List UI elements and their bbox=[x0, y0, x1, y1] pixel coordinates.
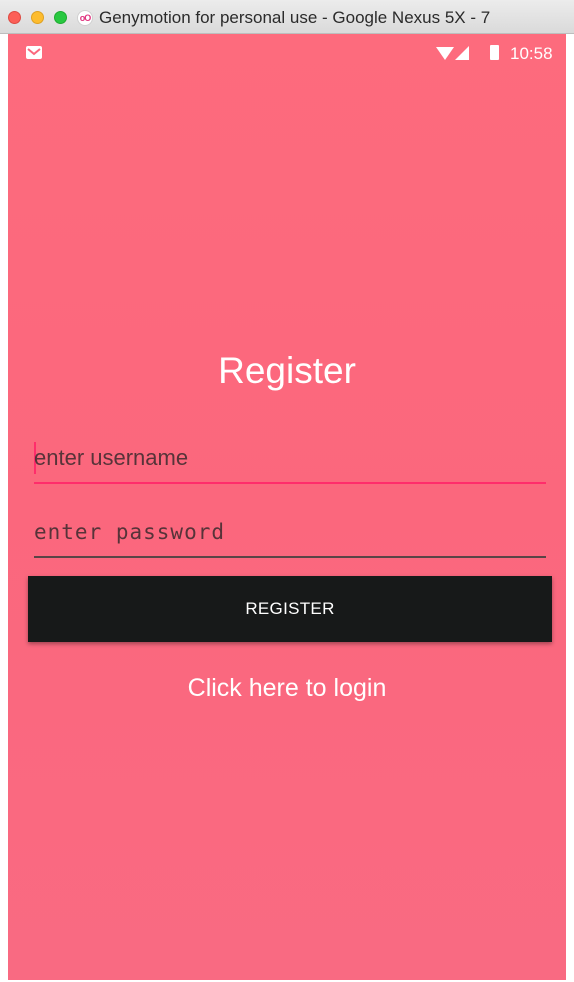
android-status-bar: 10:58 bbox=[8, 34, 566, 74]
battery-icon bbox=[490, 45, 499, 60]
maximize-window-button[interactable] bbox=[54, 11, 67, 24]
text-cursor bbox=[34, 442, 36, 474]
gmail-icon bbox=[26, 46, 42, 59]
status-time: 10:58 bbox=[510, 44, 553, 63]
close-window-button[interactable] bbox=[8, 11, 21, 24]
window-titlebar: oO Genymotion for personal use - Google … bbox=[0, 0, 574, 34]
wifi-icon bbox=[436, 47, 454, 60]
password-input[interactable] bbox=[34, 508, 546, 556]
username-input[interactable] bbox=[34, 434, 546, 482]
signal-icon bbox=[455, 46, 469, 60]
password-field bbox=[34, 508, 546, 558]
device-screen: 10:58 Register REGISTER Click here to lo… bbox=[8, 34, 566, 980]
username-field bbox=[34, 434, 546, 484]
login-link[interactable]: Click here to login bbox=[8, 674, 566, 703]
genymotion-app-icon: oO bbox=[77, 10, 93, 26]
page-title: Register bbox=[218, 350, 356, 391]
minimize-window-button[interactable] bbox=[31, 11, 44, 24]
genymotion-window: oO Genymotion for personal use - Google … bbox=[0, 0, 574, 982]
register-button[interactable]: REGISTER bbox=[28, 576, 552, 642]
window-title: Genymotion for personal use - Google Nex… bbox=[99, 8, 491, 27]
